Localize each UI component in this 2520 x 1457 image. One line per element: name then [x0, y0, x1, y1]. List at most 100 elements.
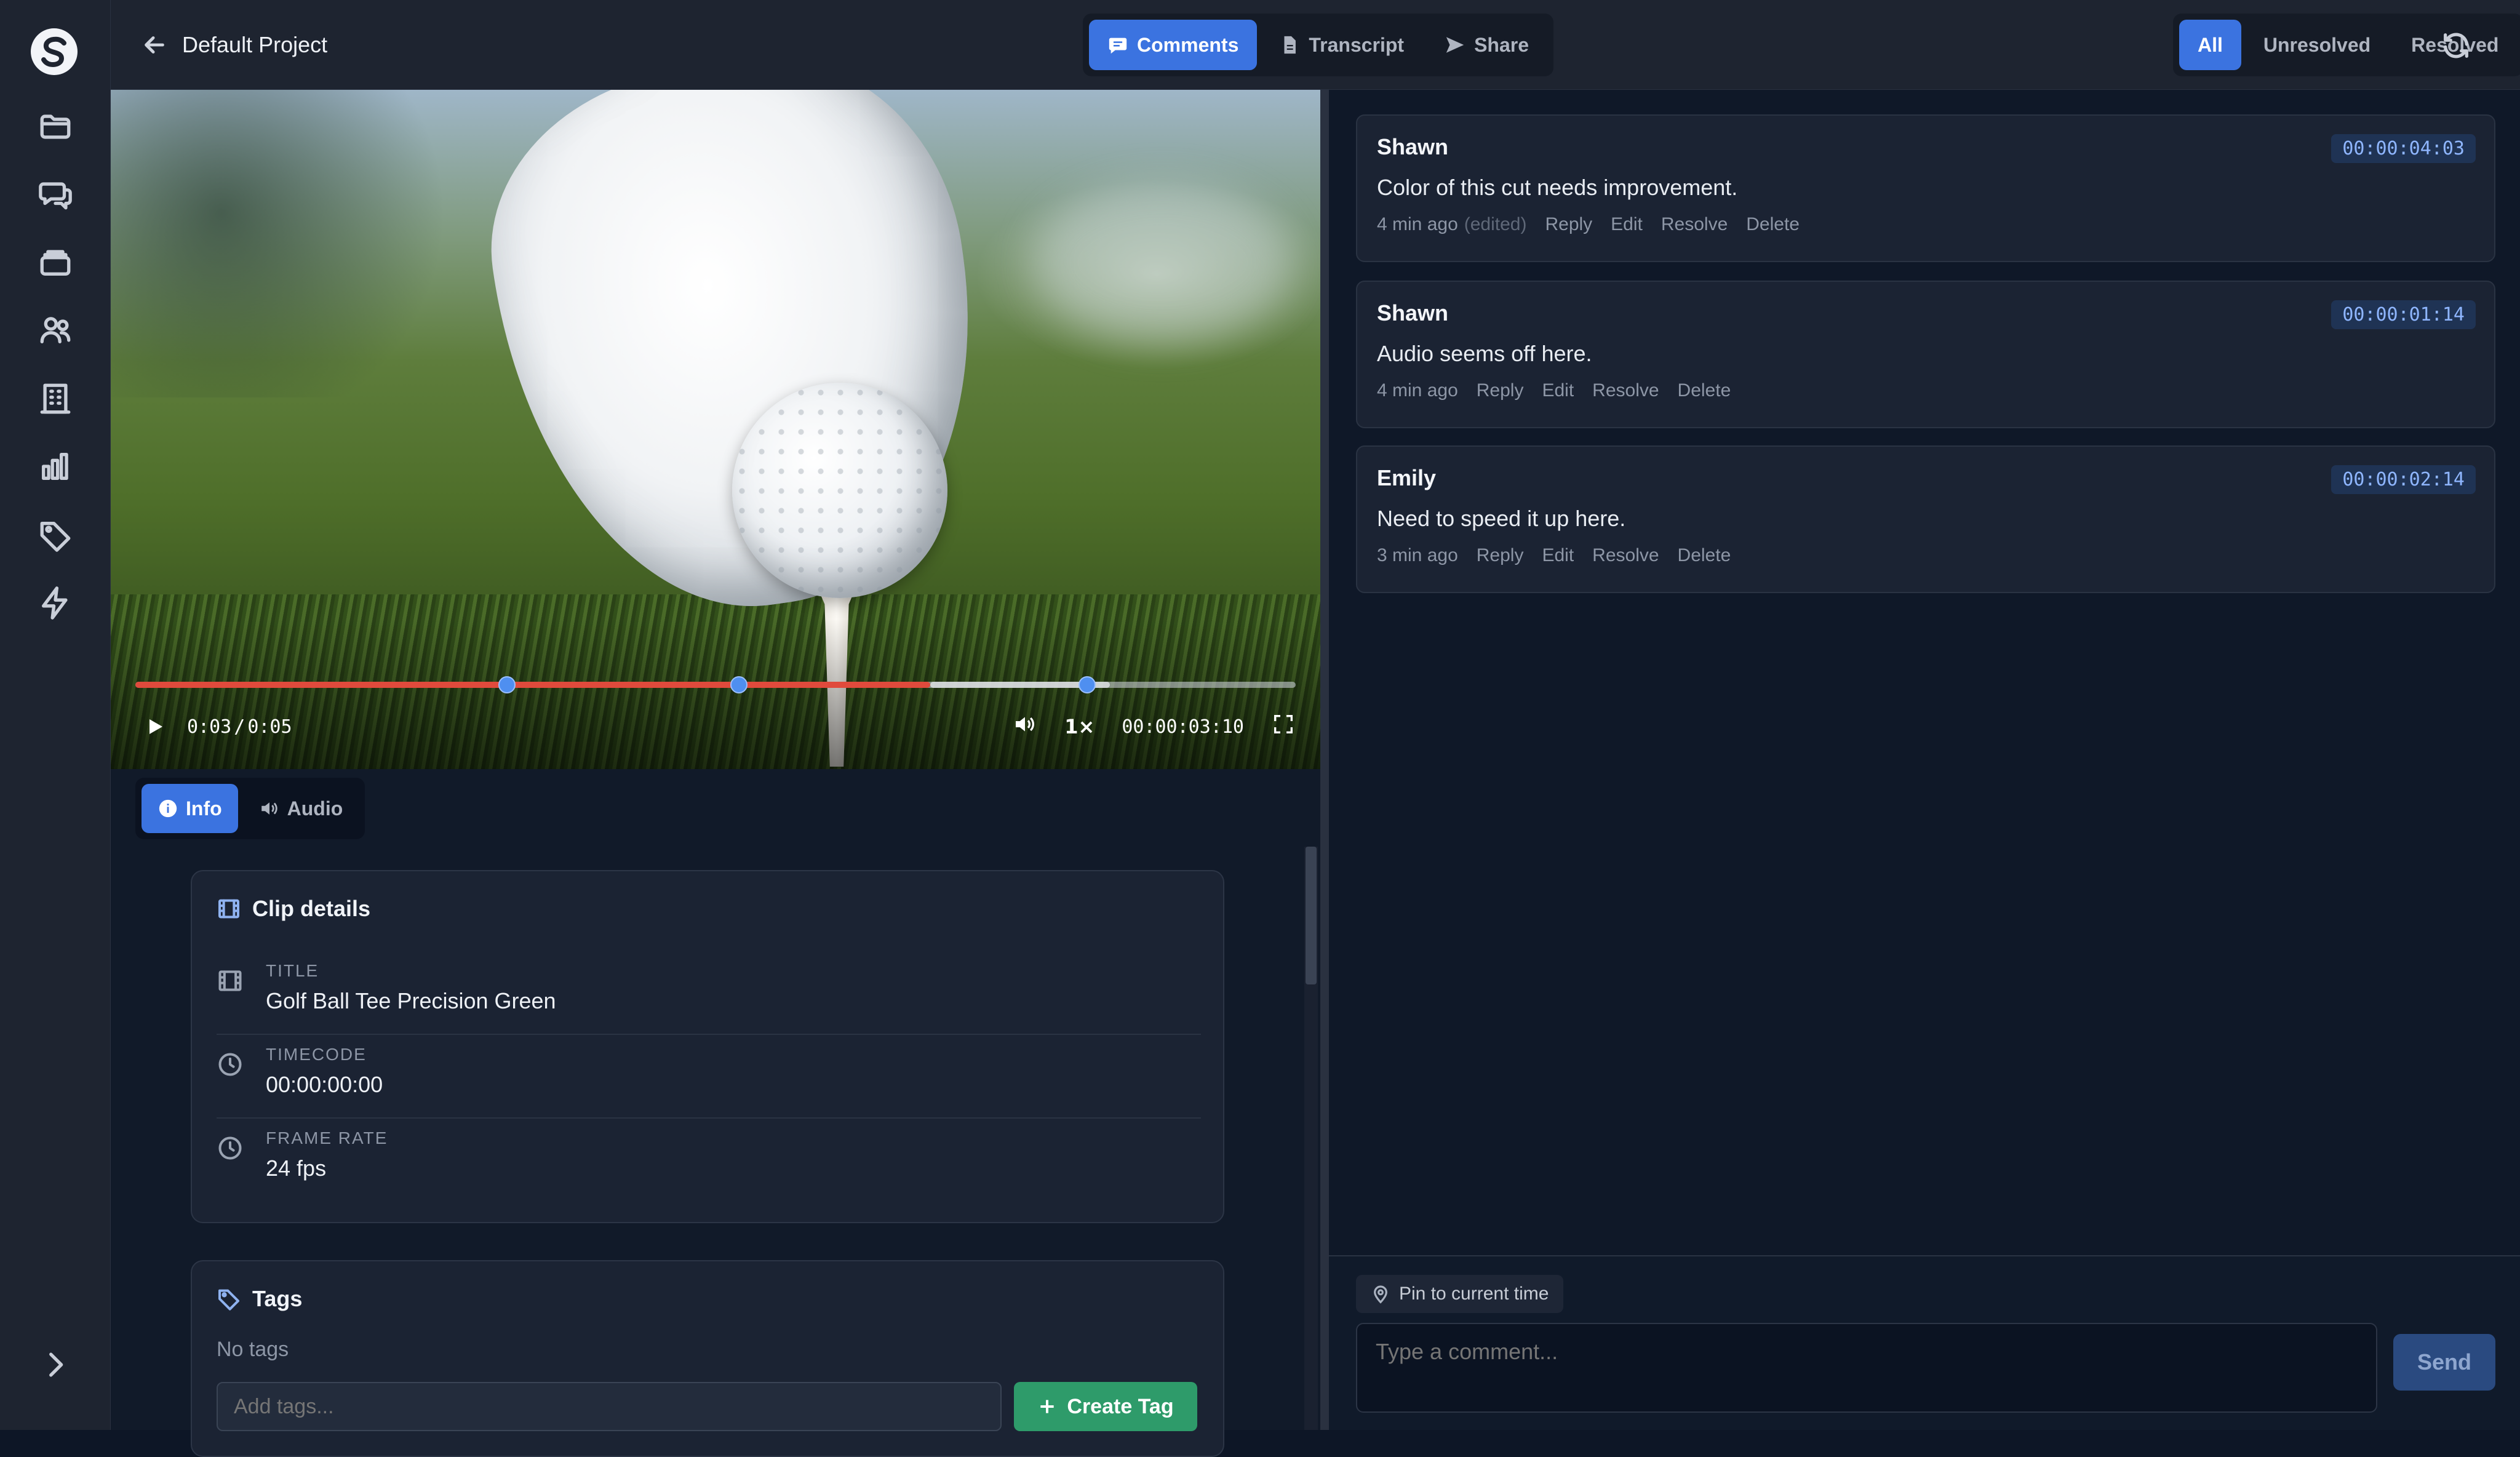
back-to-project-link[interactable]: Default Project [140, 23, 327, 66]
send-icon [1446, 37, 1464, 53]
location-pin-icon [1374, 1285, 1387, 1304]
comment-text: Audio seems off here. [1377, 341, 1592, 366]
pane-divider[interactable] [1320, 90, 1329, 1430]
chat-icon[interactable] [33, 172, 78, 217]
stack-icon[interactable] [33, 240, 78, 284]
add-tags-input[interactable] [217, 1382, 1002, 1431]
detail-row-title: TITLE Golf Ball Tee Precision Green [217, 951, 1201, 1035]
play-button[interactable] [135, 707, 175, 746]
comment-author: Shawn [1377, 300, 1449, 325]
player-controls: 0:03 / 0:05 1× 00:00:03:10 [135, 705, 1296, 748]
background-shadow [111, 90, 480, 397]
filter-unresolved[interactable]: Unresolved [2245, 20, 2389, 70]
tab-comments-label: Comments [1137, 33, 1239, 56]
comment-timecode[interactable]: 00:00:01:14 [2331, 300, 2476, 329]
play-icon [150, 719, 162, 734]
building-icon[interactable] [33, 377, 78, 421]
tags-heading: Tags [217, 1286, 302, 1312]
tags-card: Tags No tags Create Tag [191, 1260, 1224, 1457]
delete-button[interactable]: Delete [1678, 545, 1731, 566]
filter-all[interactable]: All [2179, 20, 2241, 70]
duration: 0:05 [247, 716, 292, 738]
timecode-readout: 00:00:03:10 [1122, 716, 1244, 738]
speaker-icon [261, 802, 277, 815]
time-separator: / [234, 716, 245, 738]
comment-card[interactable]: Shawn 00:00:01:14 Audio seems off here. … [1356, 281, 2495, 428]
document-icon [1284, 36, 1296, 54]
playback-rate-button[interactable]: 1× [1064, 715, 1095, 738]
comment-icon [1109, 38, 1127, 54]
reply-button[interactable]: Reply [1477, 545, 1524, 566]
clock-icon [217, 1135, 244, 1162]
tag-icon[interactable] [33, 513, 78, 557]
create-tag-button[interactable]: Create Tag [1014, 1382, 1197, 1431]
lightning-icon[interactable] [33, 581, 78, 625]
comment-card[interactable]: Shawn 00:00:04:03 Color of this cut need… [1356, 114, 2495, 262]
info-panel: Info Audio Clip details TITLE Golf Ball … [111, 769, 1320, 1457]
volume-button[interactable] [1013, 712, 1037, 741]
fullscreen-icon [1274, 715, 1293, 733]
tab-audio-label: Audio [287, 797, 343, 820]
reply-button[interactable]: Reply [1477, 380, 1524, 401]
tab-info[interactable]: Info [142, 784, 238, 833]
comment-marker[interactable] [730, 676, 748, 693]
edit-button[interactable]: Edit [1542, 380, 1574, 401]
view-tabs: Comments Transcript Share [1083, 14, 1554, 76]
tab-transcript-label: Transcript [1309, 33, 1405, 56]
users-icon[interactable] [33, 308, 78, 352]
chevron-right-icon[interactable] [33, 1343, 78, 1387]
delete-button[interactable]: Delete [1678, 380, 1731, 401]
project-name: Default Project [182, 32, 328, 57]
refresh-button[interactable] [2434, 23, 2478, 68]
tab-audio[interactable]: Audio [243, 784, 359, 833]
comment-marker[interactable] [1078, 676, 1096, 693]
comment-author: Shawn [1377, 134, 1449, 159]
resolve-button[interactable]: Resolve [1661, 214, 1728, 235]
comment-marker[interactable] [498, 676, 516, 693]
pin-label: Pin to current time [1399, 1283, 1549, 1304]
app-logo[interactable] [31, 28, 78, 75]
filter-all-label: All [2198, 33, 2223, 56]
resolve-button[interactable]: Resolve [1592, 545, 1659, 566]
create-tag-label: Create Tag [1067, 1394, 1174, 1418]
detail-value: 00:00:00:00 [266, 1072, 383, 1097]
seek-bar[interactable] [135, 676, 1296, 693]
comment-text: Color of this cut needs improvement. [1377, 175, 1738, 200]
scrollbar[interactable] [1304, 847, 1318, 1430]
fullscreen-button[interactable] [1271, 712, 1296, 741]
folder-icon[interactable] [33, 105, 78, 149]
glove [469, 90, 1008, 637]
comment-timecode[interactable]: 00:00:02:14 [2331, 465, 2476, 494]
pin-to-time-toggle[interactable]: Pin to current time [1356, 1275, 1564, 1313]
filter-unresolved-label: Unresolved [2263, 33, 2371, 56]
detail-row-frame-rate: FRAME RATE 24 fps [217, 1119, 1201, 1202]
current-time: 0:03 [187, 716, 232, 738]
comment-time-ago: 4 min ago [1377, 380, 1458, 401]
resolve-button[interactable]: Resolve [1592, 380, 1659, 401]
comment-composer: Pin to current time Send [1329, 1255, 2520, 1430]
edit-button[interactable]: Edit [1542, 545, 1574, 566]
video-player[interactable]: 0:03 / 0:05 1× 00:00:03:10 [111, 90, 1320, 769]
tab-share[interactable]: Share [1426, 20, 1547, 70]
clip-details-title: Clip details [252, 896, 371, 921]
tab-comments[interactable]: Comments [1089, 20, 1258, 70]
delete-button[interactable]: Delete [1746, 214, 1800, 235]
reply-button[interactable]: Reply [1545, 214, 1592, 235]
send-button[interactable]: Send [2393, 1334, 2495, 1391]
tab-transcript[interactable]: Transcript [1261, 20, 1422, 70]
edit-button[interactable]: Edit [1611, 214, 1643, 235]
comment-text: Need to speed it up here. [1377, 506, 1626, 531]
time-display: 0:03 / 0:05 [187, 716, 292, 738]
comments-panel: Shawn 00:00:04:03 Color of this cut need… [1329, 90, 2520, 1430]
scrollbar-thumb[interactable] [1306, 847, 1317, 984]
bar-chart-icon[interactable] [33, 444, 78, 489]
comment-time-ago: 3 min ago [1377, 545, 1458, 565]
clock-icon [217, 1051, 244, 1078]
tags-title: Tags [252, 1286, 303, 1311]
detail-label: TITLE [266, 961, 319, 980]
comment-input[interactable] [1356, 1323, 2377, 1413]
comment-time-ago: 4 min ago [1377, 214, 1458, 234]
comment-timecode[interactable]: 00:00:04:03 [2331, 134, 2476, 163]
comment-card[interactable]: Emily 00:00:02:14 Need to speed it up he… [1356, 445, 2495, 593]
detail-value: 24 fps [266, 1156, 327, 1181]
